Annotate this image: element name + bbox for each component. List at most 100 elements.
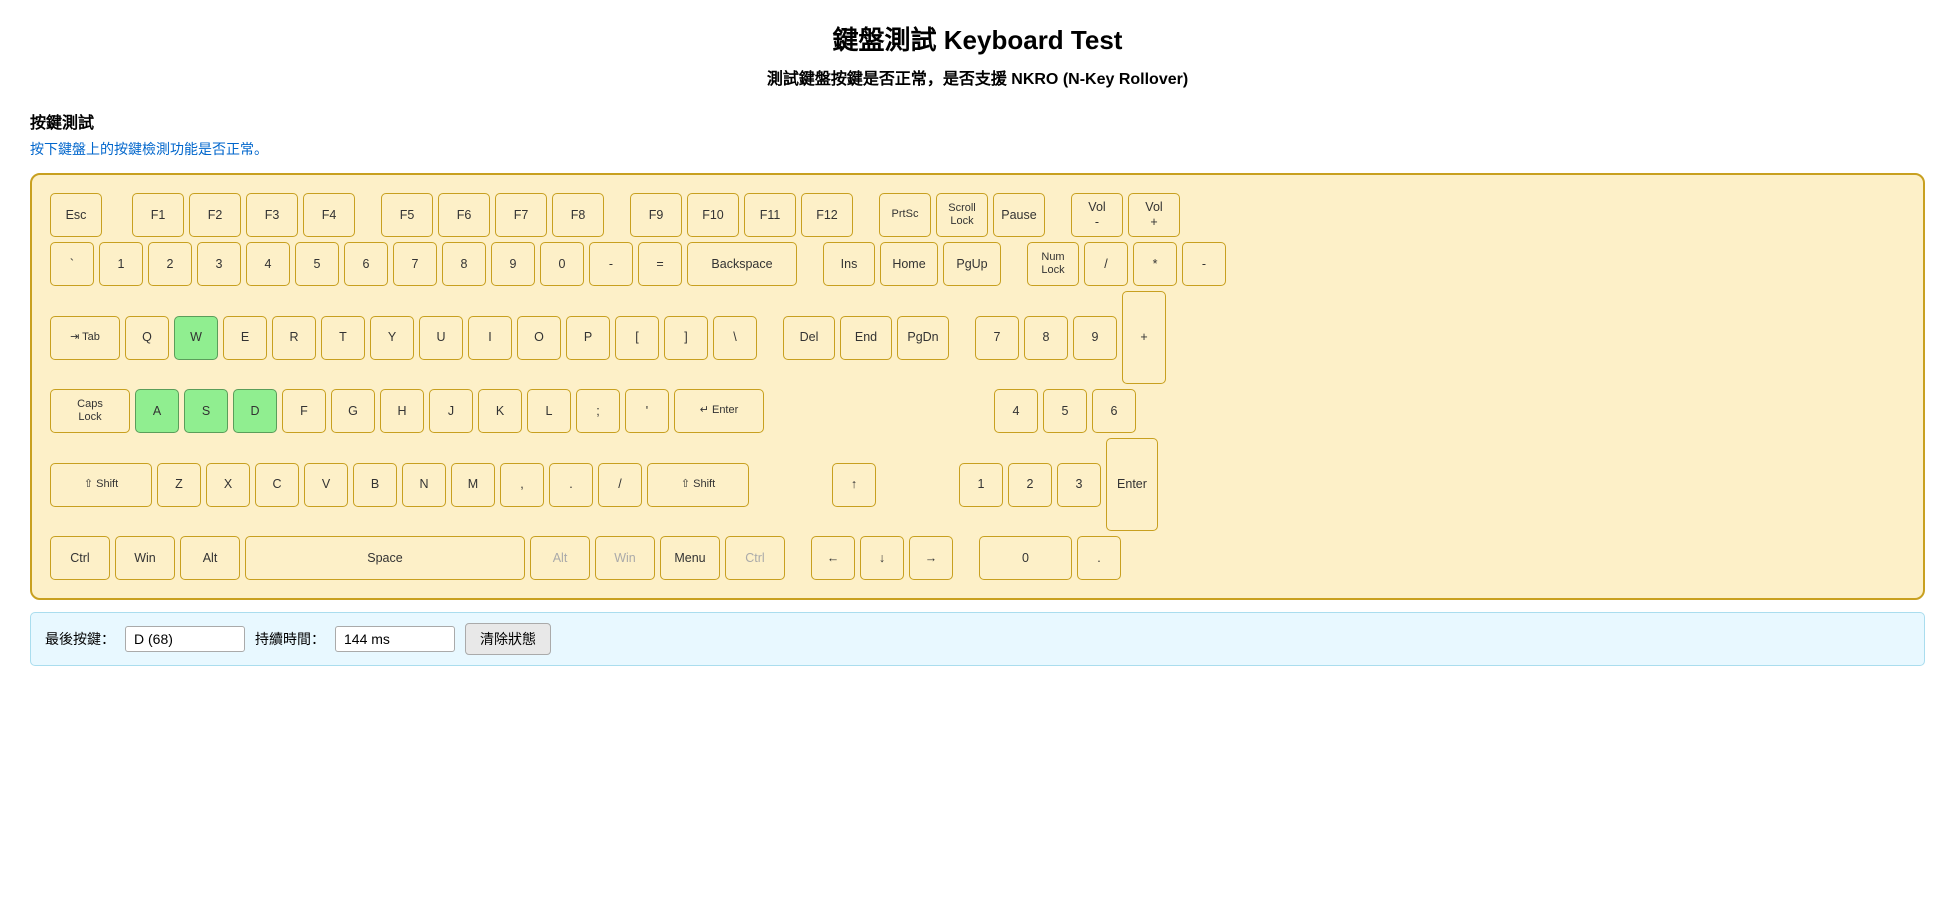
key-f5[interactable]: F5 [381,193,433,237]
key-3[interactable]: 3 [197,242,241,286]
key-win-left[interactable]: Win [115,536,175,580]
key-prtsc[interactable]: PrtSc [879,193,931,237]
key-num0[interactable]: 0 [979,536,1072,580]
key-scrolllock[interactable]: Scroll Lock [936,193,988,237]
key-f3[interactable]: F3 [246,193,298,237]
key-q[interactable]: Q [125,316,169,360]
key-w[interactable]: W [174,316,218,360]
key-7[interactable]: 7 [393,242,437,286]
key-end[interactable]: End [840,316,892,360]
key-num7[interactable]: 7 [975,316,1019,360]
key-rbracket[interactable]: ] [664,316,708,360]
key-arrow-up[interactable]: ↑ [832,463,876,507]
key-1[interactable]: 1 [99,242,143,286]
key-alt-left[interactable]: Alt [180,536,240,580]
key-c[interactable]: C [255,463,299,507]
key-num-plus[interactable]: + [1122,291,1166,384]
key-pgup[interactable]: PgUp [943,242,1001,286]
key-num2[interactable]: 2 [1008,463,1052,507]
key-n[interactable]: N [402,463,446,507]
key-x[interactable]: X [206,463,250,507]
key-space[interactable]: Space [245,536,525,580]
key-j[interactable]: J [429,389,473,433]
key-num-asterisk[interactable]: * [1133,242,1177,286]
clear-button[interactable]: 清除狀態 [465,623,551,655]
key-num5[interactable]: 5 [1043,389,1087,433]
key-a[interactable]: A [135,389,179,433]
key-period[interactable]: . [549,463,593,507]
key-backspace[interactable]: Backspace [687,242,797,286]
key-ins[interactable]: Ins [823,242,875,286]
key-num4[interactable]: 4 [994,389,1038,433]
key-num-period[interactable]: . [1077,536,1121,580]
key-tab[interactable]: ⇥ Tab [50,316,120,360]
key-num8[interactable]: 8 [1024,316,1068,360]
key-f10[interactable]: F10 [687,193,739,237]
key-6[interactable]: 6 [344,242,388,286]
key-f1[interactable]: F1 [132,193,184,237]
key-k[interactable]: K [478,389,522,433]
key-b[interactable]: B [353,463,397,507]
key-pause[interactable]: Pause [993,193,1045,237]
key-y[interactable]: Y [370,316,414,360]
key-vol-down[interactable]: Vol - [1071,193,1123,237]
key-r[interactable]: R [272,316,316,360]
key-h[interactable]: H [380,389,424,433]
key-f8[interactable]: F8 [552,193,604,237]
key-num-slash[interactable]: / [1084,242,1128,286]
key-capslock[interactable]: Caps Lock [50,389,130,433]
key-p[interactable]: P [566,316,610,360]
key-arrow-right[interactable]: → [909,536,953,580]
key-0[interactable]: 0 [540,242,584,286]
key-num-minus[interactable]: - [1182,242,1226,286]
key-num9[interactable]: 9 [1073,316,1117,360]
key-l[interactable]: L [527,389,571,433]
key-win-right[interactable]: Win [595,536,655,580]
key-4[interactable]: 4 [246,242,290,286]
key-menu[interactable]: Menu [660,536,720,580]
key-t[interactable]: T [321,316,365,360]
key-numpad-enter[interactable]: Enter [1106,438,1158,531]
key-lbracket[interactable]: [ [615,316,659,360]
key-2[interactable]: 2 [148,242,192,286]
duration-input[interactable] [335,626,455,652]
key-f7[interactable]: F7 [495,193,547,237]
key-semicolon[interactable]: ; [576,389,620,433]
key-ctrl-left[interactable]: Ctrl [50,536,110,580]
key-i[interactable]: I [468,316,512,360]
key-arrow-down[interactable]: ↓ [860,536,904,580]
key-num3[interactable]: 3 [1057,463,1101,507]
key-f4[interactable]: F4 [303,193,355,237]
key-numlock[interactable]: Num Lock [1027,242,1079,286]
key-backslash[interactable]: \ [713,316,757,360]
key-minus[interactable]: - [589,242,633,286]
key-d[interactable]: D [233,389,277,433]
key-quote[interactable]: ' [625,389,669,433]
key-f11[interactable]: F11 [744,193,796,237]
key-f6[interactable]: F6 [438,193,490,237]
last-key-input[interactable] [125,626,245,652]
key-ctrl-right[interactable]: Ctrl [725,536,785,580]
key-u[interactable]: U [419,316,463,360]
key-f12[interactable]: F12 [801,193,853,237]
key-g[interactable]: G [331,389,375,433]
key-z[interactable]: Z [157,463,201,507]
key-8[interactable]: 8 [442,242,486,286]
key-comma[interactable]: , [500,463,544,507]
key-arrow-left[interactable]: ← [811,536,855,580]
key-enter[interactable]: ↵ Enter [674,389,764,433]
key-vol-up[interactable]: Vol + [1128,193,1180,237]
key-m[interactable]: M [451,463,495,507]
key-5[interactable]: 5 [295,242,339,286]
key-del[interactable]: Del [783,316,835,360]
key-home[interactable]: Home [880,242,938,286]
key-9[interactable]: 9 [491,242,535,286]
key-equals[interactable]: = [638,242,682,286]
key-num1[interactable]: 1 [959,463,1003,507]
key-num6[interactable]: 6 [1092,389,1136,433]
key-f[interactable]: F [282,389,326,433]
key-o[interactable]: O [517,316,561,360]
key-f9[interactable]: F9 [630,193,682,237]
key-esc[interactable]: Esc [50,193,102,237]
key-shift-left[interactable]: ⇧ Shift [50,463,152,507]
